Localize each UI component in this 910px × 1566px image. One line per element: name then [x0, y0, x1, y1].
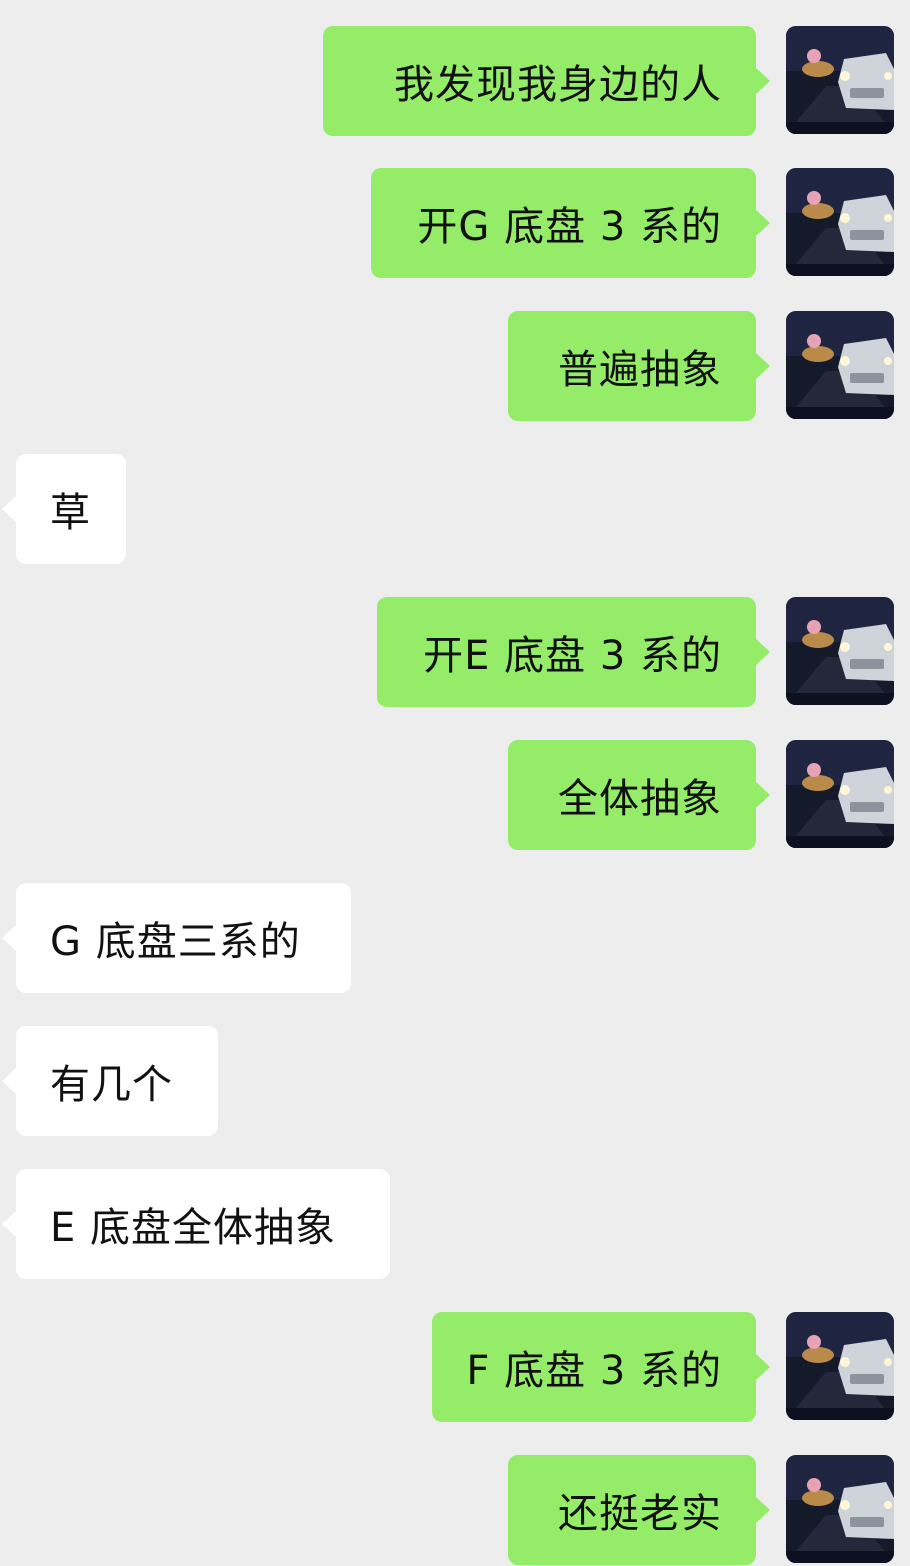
message-row-outgoing: 还挺老实: [0, 1455, 910, 1565]
message-text: G 底盘三系的: [50, 919, 301, 965]
avatar-car-night-road-icon: [786, 740, 894, 848]
message-text: 草: [50, 490, 91, 536]
message-bubble-outgoing[interactable]: 我发现我身边的人: [323, 26, 770, 136]
message-bubble-outgoing[interactable]: 开E 底盘 3 系的: [377, 597, 770, 707]
message-bubble-incoming[interactable]: 草: [2, 454, 126, 564]
message-text: 开G 底盘 3 系的: [417, 204, 722, 250]
user-avatar[interactable]: [786, 1312, 894, 1420]
message-row-outgoing: 开G 底盘 3 系的: [0, 168, 910, 278]
message-bubble-outgoing[interactable]: F 底盘 3 系的: [432, 1312, 770, 1422]
chat-message-list[interactable]: 我发现我身边的人 开G 底盘 3 系的 普遍抽象 草 开E 底盘 3 系的 全体…: [0, 0, 910, 1566]
message-row-outgoing: 我发现我身边的人: [0, 26, 910, 136]
message-row-incoming: 草: [0, 454, 910, 564]
user-avatar[interactable]: [786, 597, 894, 705]
message-text: 全体抽象: [558, 776, 722, 822]
avatar-car-night-road-icon: [786, 1455, 894, 1563]
message-text: F 底盘 3 系的: [466, 1348, 722, 1394]
message-bubble-outgoing[interactable]: 开G 底盘 3 系的: [371, 168, 770, 278]
user-avatar[interactable]: [786, 740, 894, 848]
user-avatar[interactable]: [786, 311, 894, 419]
message-bubble-incoming[interactable]: G 底盘三系的: [2, 883, 351, 993]
user-avatar[interactable]: [786, 1455, 894, 1563]
message-bubble-outgoing[interactable]: 还挺老实: [508, 1455, 770, 1565]
message-text: 还挺老实: [558, 1491, 722, 1537]
message-text: 开E 底盘 3 系的: [423, 633, 722, 679]
message-row-outgoing: F 底盘 3 系的: [0, 1312, 910, 1422]
message-row-incoming: 有几个: [0, 1026, 910, 1136]
user-avatar[interactable]: [786, 168, 894, 276]
message-row-outgoing: 普遍抽象: [0, 311, 910, 421]
avatar-car-night-road-icon: [786, 26, 894, 134]
message-text: 普遍抽象: [558, 347, 722, 393]
message-row-outgoing: 全体抽象: [0, 740, 910, 850]
message-text: 有几个: [50, 1062, 173, 1108]
message-bubble-incoming[interactable]: 有几个: [2, 1026, 218, 1136]
message-text: 我发现我身边的人: [394, 62, 722, 108]
avatar-car-night-road-icon: [786, 168, 894, 276]
avatar-car-night-road-icon: [786, 1312, 894, 1420]
avatar-car-night-road-icon: [786, 311, 894, 419]
message-bubble-outgoing[interactable]: 普遍抽象: [508, 311, 770, 421]
message-row-outgoing: 开E 底盘 3 系的: [0, 597, 910, 707]
user-avatar[interactable]: [786, 26, 894, 134]
avatar-car-night-road-icon: [786, 597, 894, 705]
message-row-incoming: G 底盘三系的: [0, 883, 910, 993]
message-bubble-incoming[interactable]: E 底盘全体抽象: [2, 1169, 390, 1279]
message-row-incoming: E 底盘全体抽象: [0, 1169, 910, 1279]
message-text: E 底盘全体抽象: [50, 1205, 336, 1251]
message-bubble-outgoing[interactable]: 全体抽象: [508, 740, 770, 850]
